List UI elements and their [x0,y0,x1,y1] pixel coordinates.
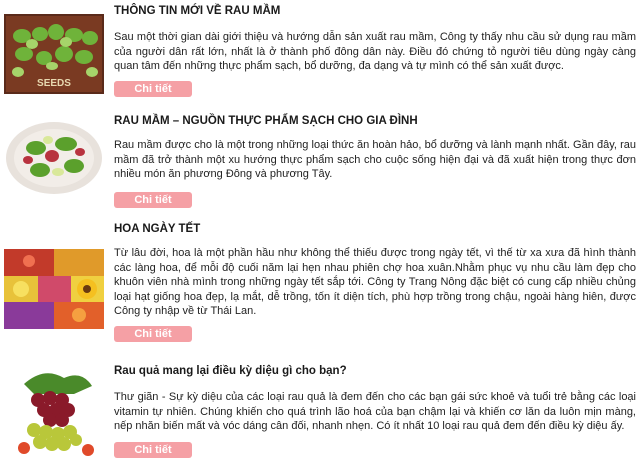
article-title[interactable]: RAU MẦM – NGUỒN THỰC PHẨM SẠCH CHO GIA Đ… [114,114,636,128]
sprouts-plate-image [4,116,104,196]
article-item: RAU MẦM – NGUỒN THỰC PHẨM SẠCH CHO GIA Đ… [0,108,638,208]
article-description: Sau một thời gian dài giới thiệu và hướn… [114,31,636,73]
detail-button[interactable]: Chi tiết [114,326,192,342]
detail-button[interactable]: Chi tiết [114,81,192,97]
fruits-image [4,364,104,460]
article-title[interactable]: Rau quả mang lại điều kỳ diệu gì cho bạn… [114,364,636,378]
article-item: HOA NGÀY TẾT Từ lâu đời, hoa là một phần… [0,216,638,346]
article-thumbnail[interactable] [4,364,104,460]
article-description: Rau mầm được cho là một trong những loại… [114,139,636,181]
detail-button[interactable]: Chi tiết [114,192,192,208]
article-item: Rau quả mang lại điều kỳ diệu gì cho bạn… [0,360,638,461]
article-description: Từ lâu đời, hoa là một phần hầu như khôn… [114,247,636,318]
seeds-image-text: SEEDS [37,78,71,89]
article-thumbnail[interactable] [4,116,104,196]
seeds-image: SEEDS [4,14,104,94]
detail-button[interactable]: Chi tiết [114,442,192,458]
flowers-image [4,249,104,329]
article-description: Thư giãn - Sự kỳ diệu của các loại rau q… [114,391,636,433]
article-item: SEEDS THÔNG TIN MỚI VỀ RAU MẦM Sau một t… [0,0,638,100]
article-thumbnail[interactable] [4,249,104,329]
article-title[interactable]: THÔNG TIN MỚI VỀ RAU MẦM [114,4,636,18]
article-thumbnail[interactable]: SEEDS [4,14,104,94]
article-title[interactable]: HOA NGÀY TẾT [114,222,636,236]
